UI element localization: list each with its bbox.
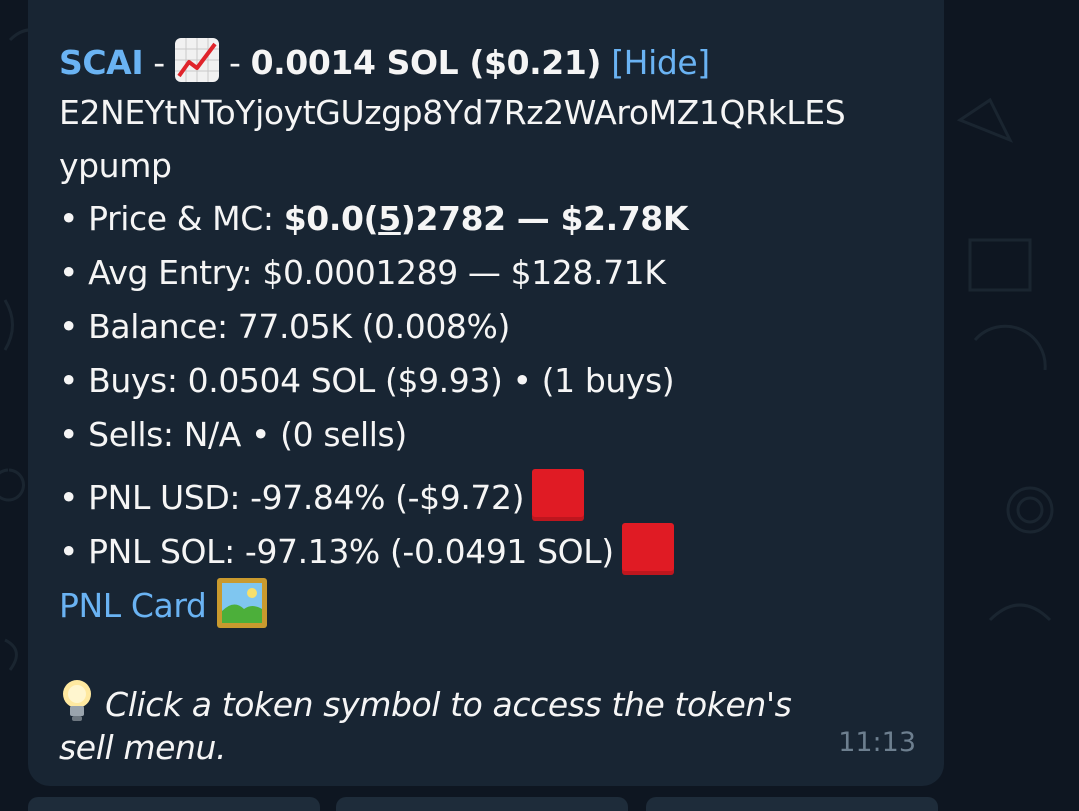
- header-amount: 0.0014 SOL ($0.21): [250, 43, 602, 82]
- hide-link[interactable]: [Hide]: [611, 43, 710, 82]
- price-label: • Price & MC:: [59, 199, 284, 238]
- token-address-line2: ypump: [59, 146, 172, 185]
- price-zero-count: 5: [378, 199, 401, 238]
- hint-text-1: Click a token symbol to access the token…: [95, 685, 792, 724]
- price-prefix: $0.0(: [283, 199, 379, 238]
- red-square-icon: [532, 469, 585, 521]
- inline-button[interactable]: [28, 797, 320, 811]
- pnl-card-link[interactable]: PNL Card: [59, 586, 207, 625]
- pnl-card-line: PNL Card: [59, 577, 268, 629]
- pnl-usd-text: • PNL USD: -97.84% (-$9.72): [59, 478, 525, 517]
- avg-entry-line: • Avg Entry: $0.0001289 — $128.71K: [59, 253, 666, 292]
- token-symbol-link[interactable]: SCAI: [59, 43, 144, 82]
- pnl-sol-text: • PNL SOL: -97.13% (-0.0491 SOL): [59, 532, 614, 571]
- separator: -: [218, 43, 251, 82]
- red-square-icon: [621, 523, 674, 575]
- pnl-usd-line: • PNL USD: -97.84% (-$9.72): [59, 469, 585, 521]
- token-address-line1: E2NEYtNToYjoytGUzgp8Yd7Rz2WAroMZ1QRkLES: [59, 93, 846, 132]
- inline-button[interactable]: [336, 797, 628, 811]
- buys-line: • Buys: 0.0504 SOL ($9.93) • (1 buys): [59, 361, 675, 400]
- message-bubble: SCAI - - 0.0014 SOL ($0.21) [Hide] E2NEY…: [28, 0, 944, 786]
- sells-line: • Sells: N/A • (0 sells): [59, 415, 407, 454]
- light-bulb-icon: [59, 678, 95, 724]
- balance-line: • Balance: 77.05K (0.008%): [59, 307, 510, 346]
- inline-button[interactable]: [646, 797, 938, 811]
- chart-increasing-icon: [174, 38, 219, 82]
- pnl-sol-line: • PNL SOL: -97.13% (-0.0491 SOL): [59, 523, 674, 575]
- framed-picture-icon: [216, 577, 268, 629]
- hint-line1: Click a token symbol to access the token…: [59, 678, 792, 725]
- hint-line2: sell menu.: [59, 728, 227, 767]
- message-timestamp: 11:13: [838, 727, 916, 758]
- price-suffix: )2782 — $2.78K: [400, 199, 689, 238]
- separator: -: [143, 43, 175, 82]
- price-mc-line: • Price & MC: $0.0(5)2782 — $2.78K: [59, 199, 688, 239]
- header-line: SCAI - - 0.0014 SOL ($0.21) [Hide]: [59, 38, 710, 83]
